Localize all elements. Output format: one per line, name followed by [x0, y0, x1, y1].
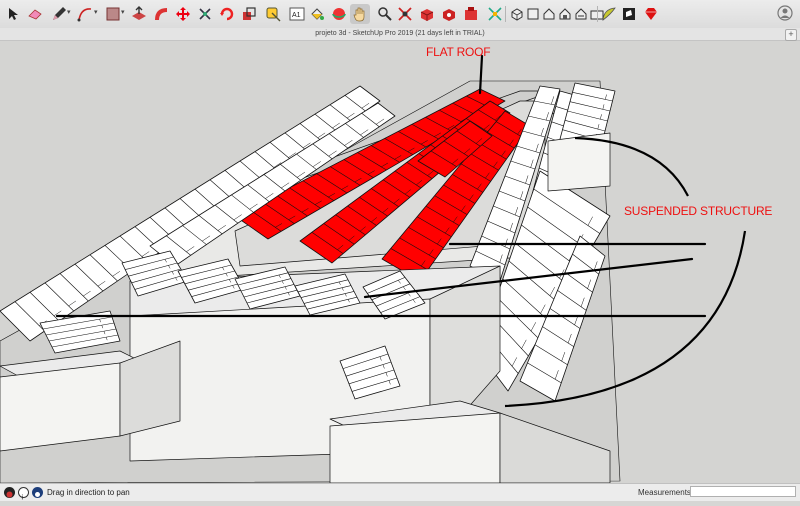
main-toolbar: ▾ ▾ ▾ A1	[0, 0, 800, 29]
flat-roof-annotation: FLAT ROOF	[426, 45, 491, 59]
text-tool-icon[interactable]: A1	[288, 5, 306, 23]
measurements-label: Measurements	[638, 488, 691, 497]
move-tool-icon[interactable]	[174, 5, 192, 23]
arc-tool-icon[interactable]	[76, 5, 94, 23]
toolbar-separator	[597, 6, 598, 22]
window-title-bar: projeto 3d - SketchUp Pro 2019 (21 days …	[0, 28, 800, 41]
push-pull-tool-icon[interactable]	[130, 5, 148, 23]
orbit-tool-icon[interactable]	[330, 5, 348, 23]
model-viewport[interactable]: FLAT ROOF SUSPENDED STRUCTURE	[0, 41, 800, 483]
window-title: projeto 3d - SketchUp Pro 2019 (21 days …	[315, 30, 485, 37]
eraser-tool-icon[interactable]	[26, 5, 44, 23]
chevron-down-icon[interactable]: ▾	[94, 9, 100, 16]
suspended-structure-annotation: SUSPENDED STRUCTURE	[624, 204, 773, 218]
ruby-extension-icon[interactable]	[642, 5, 660, 23]
measurements-field[interactable]	[690, 486, 796, 497]
status-bar: i Drag in direction to pan Measurements	[0, 483, 800, 502]
svg-text:i: i	[22, 495, 24, 502]
credits-icon[interactable]: i	[18, 487, 29, 502]
svg-text:A1: A1	[292, 12, 301, 19]
offset-tool-icon[interactable]	[152, 5, 170, 23]
rectangle-tool-icon[interactable]	[104, 5, 122, 23]
zoom-tool-icon[interactable]	[376, 5, 394, 23]
help-icon[interactable]	[32, 487, 43, 498]
rotate-tool-icon[interactable]	[218, 5, 236, 23]
user-account-icon[interactable]	[776, 4, 794, 22]
pan-tool-icon[interactable]	[350, 4, 370, 24]
toolbar-separator	[505, 6, 506, 22]
tape-measure-tool-icon[interactable]	[264, 5, 282, 23]
share-model-icon[interactable]	[440, 5, 458, 23]
zoom-extents-tool-icon[interactable]	[396, 5, 414, 23]
paint-bucket-tool-icon[interactable]	[308, 5, 326, 23]
geo-location-icon[interactable]	[4, 487, 15, 498]
extension-warehouse-icon[interactable]	[462, 5, 480, 23]
status-message: Drag in direction to pan	[47, 488, 130, 497]
model-drawing	[0, 54, 747, 483]
follow-me-tool-icon[interactable]	[196, 5, 214, 23]
select-tool-icon[interactable]	[4, 5, 22, 23]
section-plane-icon[interactable]	[486, 5, 504, 23]
style-edge-icon[interactable]	[600, 5, 618, 23]
scale-tool-icon[interactable]	[240, 5, 258, 23]
wall-left-face	[0, 362, 121, 452]
chevron-down-icon[interactable]: ▾	[67, 9, 73, 16]
3d-warehouse-icon[interactable]	[418, 5, 436, 23]
new-tab-button[interactable]: +	[785, 29, 797, 41]
wall-far-right-face	[547, 132, 611, 192]
chevron-down-icon[interactable]: ▾	[121, 9, 127, 16]
pencil-tool-icon[interactable]	[50, 5, 68, 23]
style-face-icon[interactable]	[620, 5, 638, 23]
